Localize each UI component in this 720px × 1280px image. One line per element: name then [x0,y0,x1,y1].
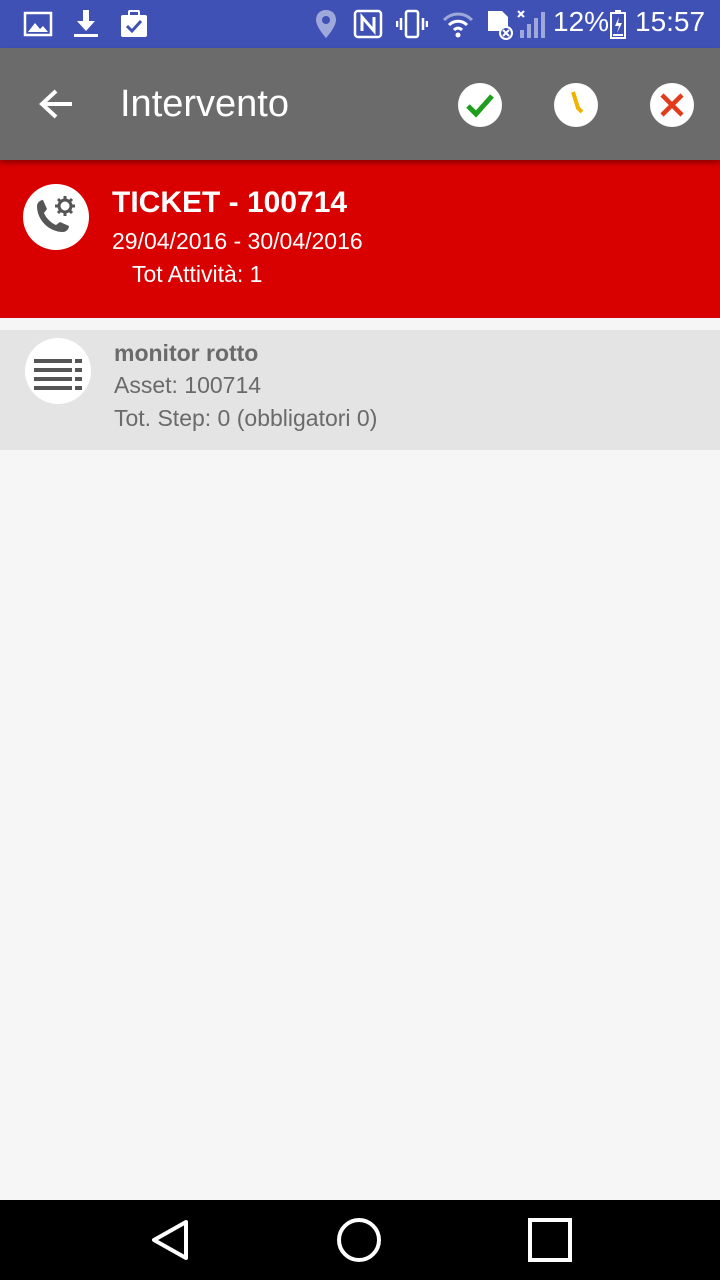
ticket-title: TICKET - 100714 [112,186,348,219]
phone-gear-icon [37,196,75,232]
activity-avatar [25,338,91,404]
activity-asset: Asset: 100714 [114,372,262,398]
vibrate-icon [396,9,428,39]
confirm-button[interactable] [458,83,502,127]
clipboard-check-icon [121,10,147,37]
location-icon [316,10,336,38]
app-toolbar: Intervento [0,48,720,160]
cancel-button[interactable] [650,83,694,127]
postpone-button[interactable] [554,83,598,127]
sd-card-icon [488,11,513,40]
wifi-icon [442,12,474,38]
recents-icon[interactable] [526,1216,574,1264]
ticket-dates: 29/04/2016 - 30/04/2016 [112,228,363,254]
download-icon [74,10,98,37]
check-icon [466,94,494,118]
clock-icon [571,91,584,114]
battery-percent: 12% [553,6,610,37]
activity-count: Tot Attività: 1 [132,261,263,287]
back-icon[interactable] [146,1216,194,1264]
gallery-icon [23,11,53,37]
navigation-bar [0,1200,720,1280]
home-icon[interactable] [335,1216,383,1264]
list-icon [34,359,82,390]
battery-icon [610,10,626,39]
close-icon [660,93,684,117]
activity-title: monitor rotto [114,340,259,366]
status-bar: 12% 15:57 [0,0,720,48]
ticket-header[interactable]: TICKET - 100714 29/04/2016 - 30/04/2016 … [0,160,720,318]
list-item[interactable]: monitor rotto Asset: 100714 Tot. Step: 0… [0,330,720,450]
signal-icon [517,10,545,38]
clock-time: 15:57 [635,6,706,37]
page-title: Intervento [120,83,289,125]
back-arrow-icon[interactable] [24,80,88,128]
nfc-icon [353,9,383,39]
ticket-avatar [23,184,89,250]
activity-steps: Tot. Step: 0 (obbligatori 0) [114,405,378,431]
